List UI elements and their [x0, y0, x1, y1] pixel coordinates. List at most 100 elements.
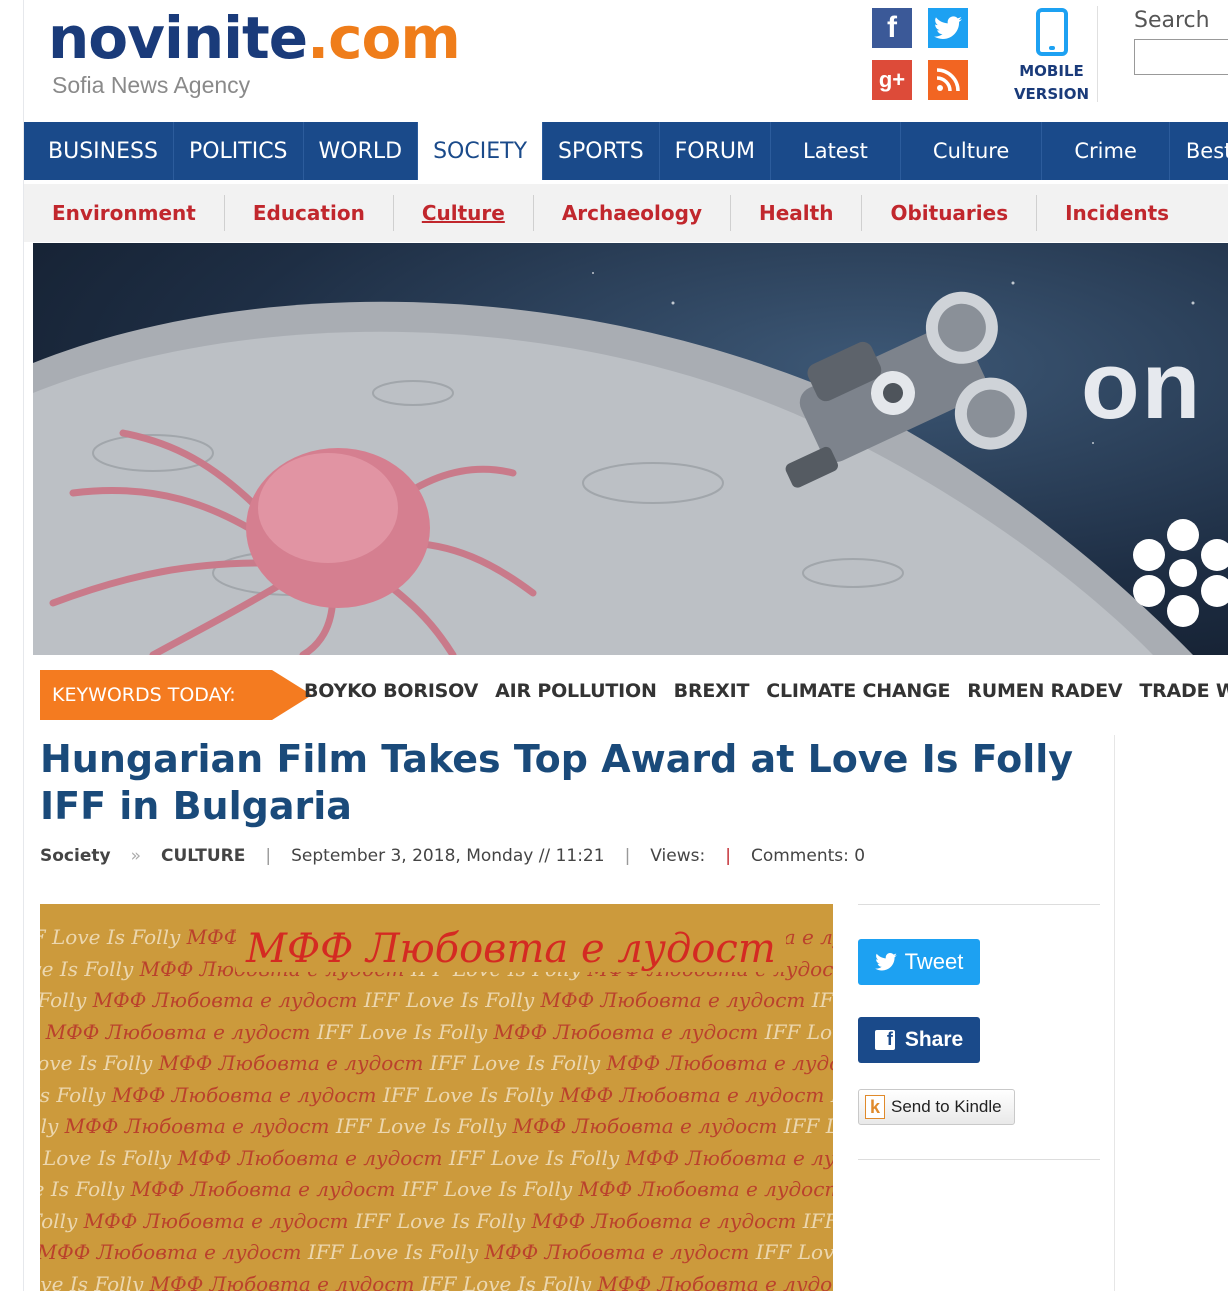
keyword-link[interactable]: BREXIT: [674, 680, 750, 702]
pattern-text-cyrillic: МФФ Любовта е лудост: [559, 1082, 831, 1107]
pattern-text-latin: IFF Love Is Folly: [40, 1145, 172, 1170]
subnav-culture[interactable]: Culture: [394, 195, 534, 231]
rss-icon[interactable]: [928, 60, 968, 100]
keyword-link[interactable]: AIR POLLUTION: [495, 680, 657, 702]
google-plus-icon[interactable]: g+: [872, 60, 912, 100]
pattern-text-cyrillic: МФФ Любовта е лудост: [130, 1177, 402, 1201]
nav-culture[interactable]: Culture: [901, 122, 1043, 180]
nav-society[interactable]: SOCIETY: [418, 122, 544, 180]
pattern-text-latin: IFF Love Is Folly: [40, 1020, 46, 1044]
facebook-share-button[interactable]: f Share: [858, 1017, 980, 1063]
keywords-bar: KEYWORDS TODAY: BOYKO BORISOV AIR POLLUT…: [40, 670, 1228, 722]
nav-latest[interactable]: Latest: [771, 122, 901, 180]
breadcrumb-category[interactable]: CULTURE: [161, 846, 245, 866]
pattern-text-latin: IFF Love Is Folly: [335, 1114, 513, 1138]
pattern-text-cyrillic: МФФ Любовта е лудост: [177, 1145, 449, 1170]
keywords-label: KEYWORDS TODAY:: [40, 670, 272, 720]
pattern-text-cyrillic: МФФ Любовта е лудост: [149, 1271, 421, 1291]
mobile-version-link[interactable]: MOBILE VERSION: [1006, 6, 1098, 103]
nav-crime[interactable]: Crime: [1042, 122, 1170, 180]
subnav-education[interactable]: Education: [225, 195, 394, 231]
breadcrumb-section[interactable]: Society: [40, 846, 111, 866]
pattern-text-cyrillic: МФФ Любовта е лудост: [45, 1019, 317, 1044]
main-navigation: BUSINESS POLITICS WORLD SOCIETY SPORTS F…: [24, 122, 1228, 180]
pattern-text-latin: IFF Love Is Folly: [831, 1083, 833, 1107]
keyword-link[interactable]: CLIMATE CHANGE: [766, 680, 950, 702]
pattern-text-latin: IFF Love Is Folly: [401, 1177, 579, 1201]
pattern-text-latin: IFF Love Is Folly: [307, 1240, 485, 1264]
pattern-text-latin: IFF Love Is Folly: [40, 1082, 106, 1107]
nav-politics[interactable]: POLITICS: [174, 122, 304, 180]
pattern-text-latin: IFF Love Is Folly: [783, 1114, 833, 1138]
meta-divider: |: [725, 846, 731, 866]
mobile-label-line1: MOBILE: [1019, 62, 1084, 80]
pattern-text-cyrillic: МФФ Любовта е лудост: [40, 1240, 308, 1264]
pattern-text-latin: IFF Love Is Folly: [429, 1051, 607, 1075]
nav-best-in-bulgaria[interactable]: Best in Bulgaria: [1170, 122, 1228, 180]
advertisement-banner[interactable]: on: [33, 243, 1228, 655]
pattern-text-cyrillic: МФФ Любовта е лудост: [578, 1177, 834, 1201]
pattern-text-cyrillic: МФФ Любовта е лудост: [606, 1051, 834, 1075]
pattern-text-cyrillic: МФФ Любовта е лудост: [597, 1271, 834, 1291]
pattern-text-cyrillic: МФФ Любовта е лудост: [83, 1208, 355, 1233]
photo-pattern-row: IFF Love Is Folly МФФ Любовта е лудост I…: [40, 1269, 833, 1291]
pattern-text-latin: IFF Love Is Folly: [316, 1019, 494, 1044]
logo-wordmark: novinite.com: [48, 6, 548, 70]
article-image: IFF Love Is Folly МФФ Любовта е лудост I…: [40, 904, 833, 1291]
keyword-link[interactable]: RUMEN RADEV: [967, 680, 1122, 702]
nav-forum[interactable]: FORUM: [660, 122, 771, 180]
pattern-text-cyrillic: МФФ Любовта е лудост: [111, 1082, 383, 1107]
photo-pattern-row: IFF Love Is Folly МФФ Любовта е лудост I…: [40, 1111, 833, 1143]
subnav-health[interactable]: Health: [731, 195, 863, 231]
pattern-text-cyrillic: МФФ Любовта е лудост: [493, 1019, 765, 1044]
pattern-text-latin: IFF Love Is Folly: [382, 1082, 560, 1107]
photo-pattern-row: IFF Love Is Folly МФФ Любовта е лудост I…: [40, 1080, 833, 1112]
pattern-text-latin: IFF Love Is Folly: [764, 1019, 833, 1044]
send-to-kindle-button[interactable]: k Send to Kindle: [858, 1089, 1015, 1125]
search-input[interactable]: [1134, 39, 1228, 75]
logo-tagline: Sofia News Agency: [52, 72, 251, 98]
tweet-button[interactable]: Tweet: [858, 939, 980, 985]
search-box: Search: [1134, 8, 1228, 75]
pattern-text-latin: IFF Love Is Folly: [755, 1240, 833, 1264]
social-links: f g+: [872, 8, 972, 100]
pattern-text-cyrillic: МФФ Любовта е лудост: [540, 988, 812, 1012]
logo-prefix: novinite: [48, 4, 308, 72]
keyword-link[interactable]: TRADE WAR: [1139, 680, 1228, 702]
pattern-text-latin: IFF Love Is Folly: [40, 956, 134, 981]
subnav-environment[interactable]: Environment: [24, 195, 225, 231]
article-comments[interactable]: Comments: 0: [751, 846, 865, 866]
pattern-text-latin: IFF Love Is Folly: [802, 1208, 833, 1233]
sub-navigation: Environment Education Culture Archaeolog…: [24, 184, 1228, 242]
photo-pattern-row: IFF Love Is Folly МФФ Любовта е лудост I…: [40, 1206, 833, 1238]
pattern-text-latin: IFF Love Is Folly: [40, 1051, 153, 1075]
meta-divider: |: [624, 846, 631, 866]
site-logo[interactable]: novinite.com Sofia News Agency: [48, 6, 548, 106]
nav-sports[interactable]: SPORTS: [543, 122, 660, 180]
subnav-obituaries[interactable]: Obituaries: [862, 195, 1038, 231]
search-label: Search: [1134, 8, 1210, 33]
pattern-text-cyrillic: МФФ Любовта е лудост: [625, 1145, 834, 1170]
facebook-icon[interactable]: f: [872, 8, 912, 48]
subnav-incidents[interactable]: Incidents: [1037, 195, 1197, 231]
keyword-link[interactable]: BOYKO BORISOV: [304, 680, 478, 702]
pattern-text-latin: IFF Love Is Folly: [40, 1208, 78, 1233]
kindle-icon: k: [865, 1095, 885, 1119]
photo-pattern-row: IFF Love Is Folly МФФ Любовта е лудост I…: [40, 1174, 833, 1206]
twitter-icon[interactable]: [928, 8, 968, 48]
banner-brand-text: on: [1081, 332, 1203, 439]
subnav-archaeology[interactable]: Archaeology: [534, 195, 731, 231]
photo-pattern-row: IFF Love Is Folly МФФ Любовта е лудост I…: [40, 1143, 833, 1175]
tweet-label: Tweet: [904, 949, 964, 974]
nav-world[interactable]: WORLD: [304, 122, 419, 180]
photo-pattern-row: IFF Love Is Folly МФФ Любовта е лудост I…: [40, 985, 833, 1017]
breadcrumb-separator: »: [130, 846, 141, 866]
twitter-bird-icon: [874, 953, 897, 971]
pattern-text-cyrillic: МФФ Любовта е лудост: [484, 1240, 756, 1264]
photo-pattern-row: IFF Love Is Folly МФФ Любовта е лудост I…: [40, 1017, 833, 1049]
article-title: Hungarian Film Takes Top Award at Love I…: [40, 737, 1074, 828]
photo-pattern-row: IFF Love Is Folly МФФ Любовта е лудост I…: [40, 1237, 833, 1269]
article-date: September 3, 2018, Monday // 11:21: [291, 846, 605, 866]
kindle-label: Send to Kindle: [891, 1097, 1002, 1116]
nav-business[interactable]: BUSINESS: [24, 122, 174, 180]
